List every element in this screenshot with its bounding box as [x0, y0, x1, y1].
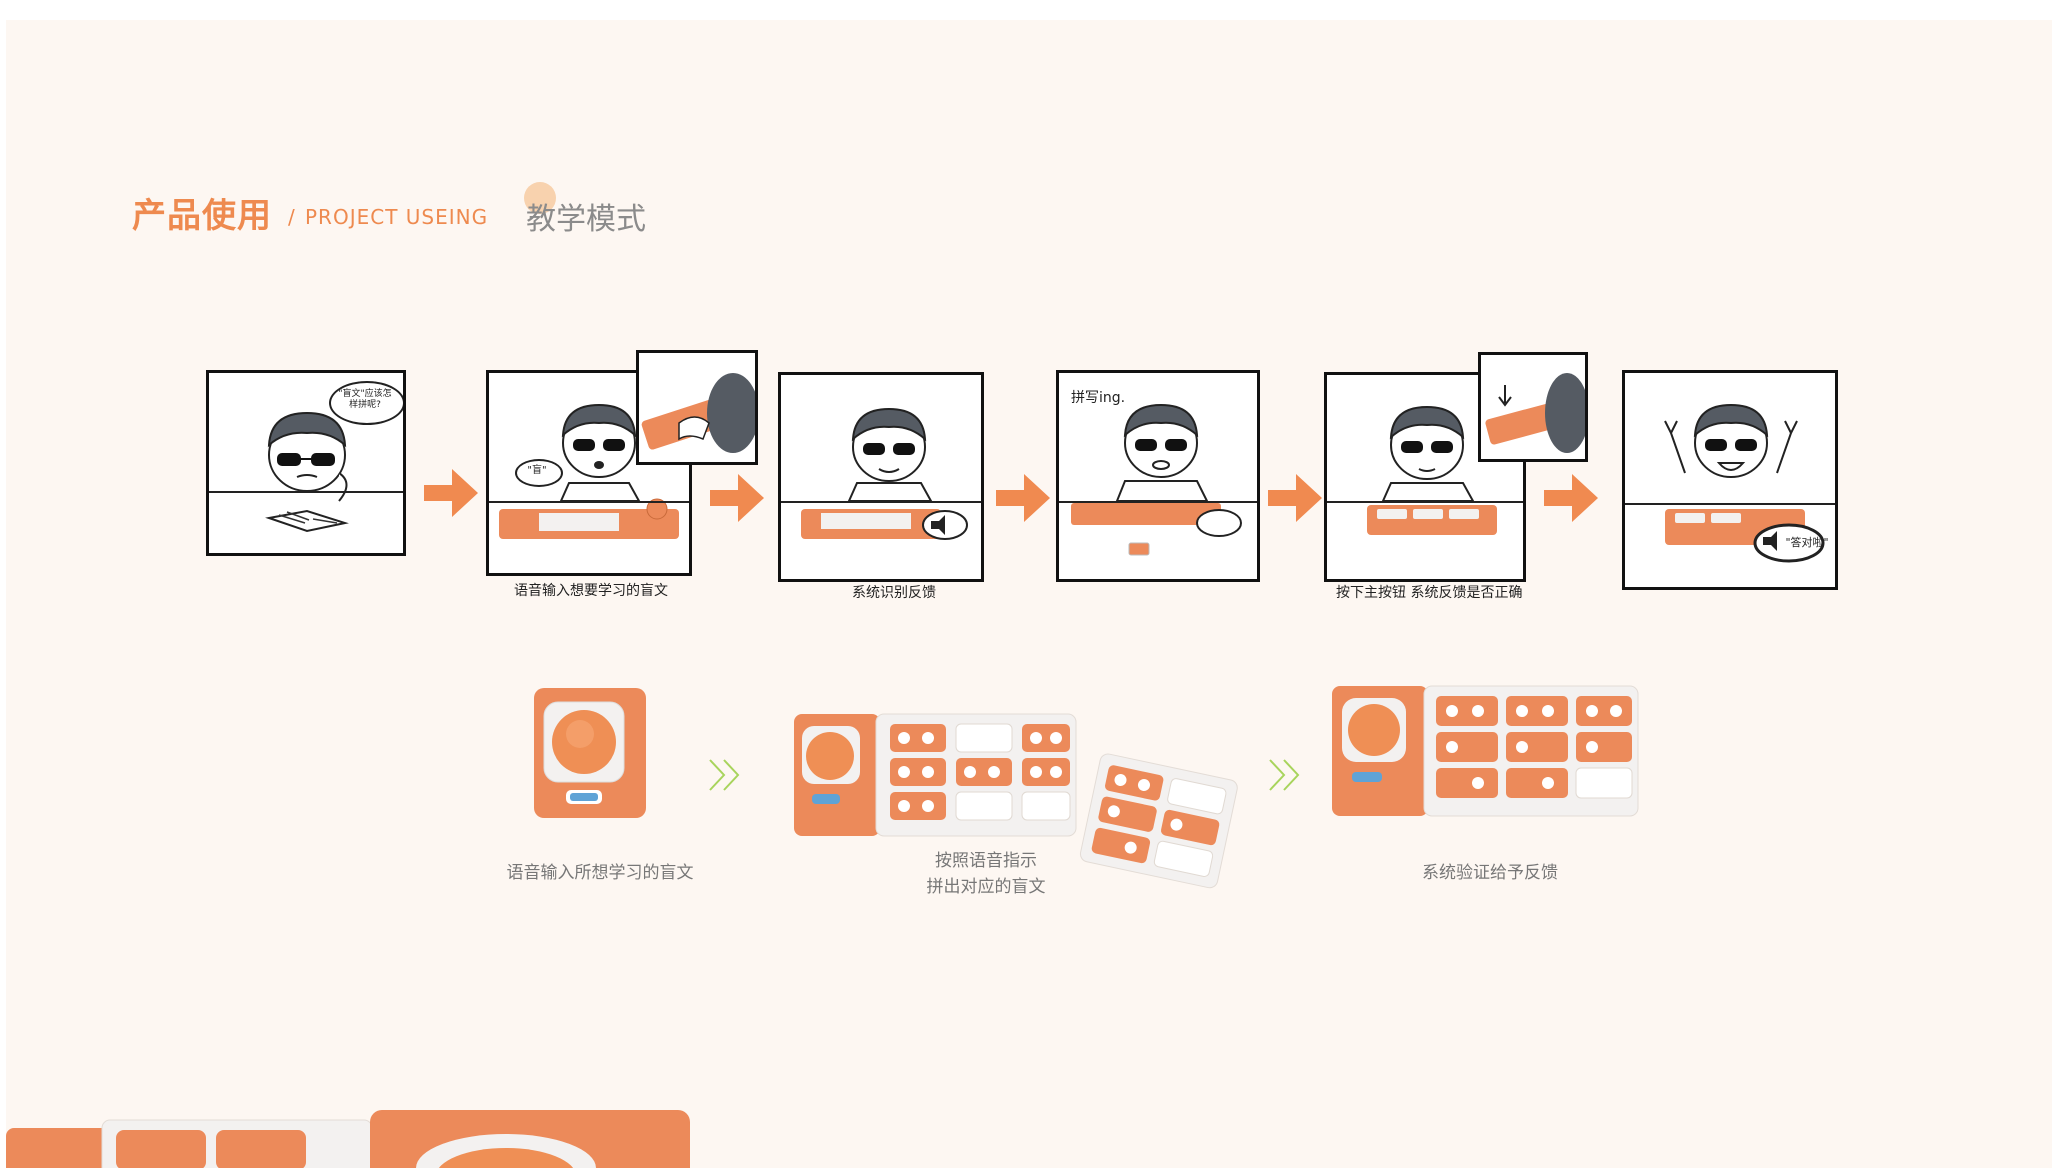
voice-input-device: [534, 688, 646, 818]
verification-device: [1332, 685, 1639, 817]
arrow-right-icon: [996, 474, 1050, 522]
panel-3-caption: 系统识别反馈: [852, 585, 936, 601]
arrow-right-icon: [710, 474, 764, 522]
panel-2-caption: 语音输入想要学习的盲文: [514, 583, 668, 599]
comic-panel-1: "盲文"应该怎样拼呢?: [206, 370, 406, 556]
spelling-device: [794, 713, 1077, 837]
panel-5-caption: 按下主按钮 系统反馈是否正确: [1336, 585, 1523, 601]
step-2-caption-line2: 拼出对应的盲文: [926, 877, 1046, 897]
arrow-right-icon: [424, 469, 478, 517]
boy-cheering-illustration: [1664, 403, 1825, 563]
step-1-caption: 语音输入所想学习的盲文: [506, 863, 694, 883]
title-separator: /: [288, 205, 295, 229]
double-chevron-right-icon: [709, 759, 740, 791]
panel-6-speech: "答对啦": [1785, 536, 1829, 549]
section-title: 产品使用: [132, 196, 272, 236]
arrow-right-icon: [1268, 474, 1322, 522]
arrow-right-icon: [1544, 474, 1598, 522]
inset-pressing-button: [1478, 352, 1588, 462]
step-3-caption: 系统验证给予反馈: [1422, 863, 1558, 883]
panel-4-speech: 拼写ing.: [1071, 390, 1126, 406]
mode-label: 教学模式: [526, 202, 646, 237]
inset-hand-device: [636, 350, 758, 465]
slide: 产品使用 / PROJECT USEING 教学模式 "盲文"应该怎样拼呢? "…: [6, 20, 2052, 1168]
comic-panel-3: [778, 372, 984, 582]
double-chevron-right-icon: [1269, 759, 1300, 791]
boy-listening-illustration: [801, 407, 968, 540]
cropped-device-bottom: [6, 1110, 690, 1168]
section-subtitle: PROJECT USEING: [305, 205, 489, 229]
comic-panel-6: "答对啦": [1622, 370, 1838, 590]
comic-panel-4: 拼写ing.: [1056, 370, 1260, 582]
step-2-caption-line1: 按照语音指示: [935, 851, 1037, 871]
panel-2-speech: "盲": [527, 465, 547, 476]
panel-1-speech: "盲文"应该怎样拼呢?: [338, 389, 392, 410]
